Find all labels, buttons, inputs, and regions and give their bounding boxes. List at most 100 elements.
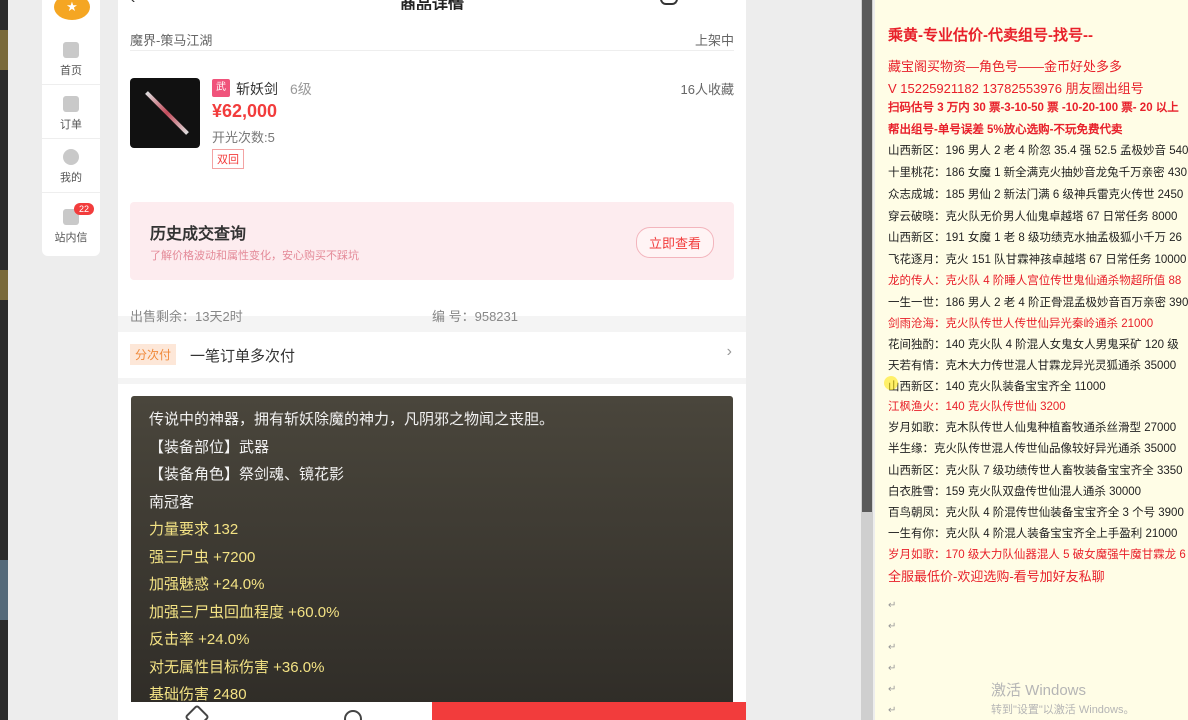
doc-line: 一生一世：186 男人 2 老 4 阶正骨混孟极妙音百万亲密 390 bbox=[888, 297, 1188, 309]
item-level: 6级 bbox=[290, 81, 312, 97]
server-name: 魔界-策马江湖 bbox=[130, 33, 213, 48]
sidebar-item-home[interactable]: 首页 bbox=[42, 42, 100, 78]
doc-line: 白衣胜雪：159 克火队双盘传世仙混人通杀 30000 bbox=[888, 486, 1142, 498]
doc-line: 帮出组号-单号误差 5%放心选购-不玩免费代卖 bbox=[888, 124, 1123, 136]
remaining-time: 出售剩余：13天2时 bbox=[130, 309, 243, 324]
scrollbar[interactable] bbox=[861, 0, 873, 720]
description-line: 加强三尸虫回血程度 +60.0% bbox=[149, 603, 340, 621]
doc-line: 全服最低价-欢迎选购-看号加好友私聊 bbox=[888, 569, 1105, 584]
doc-line: 藏宝阁买物资—角色号——金币好处多多 bbox=[888, 59, 1123, 74]
doc-line: 山西新区：克火队 7 级功绩传世人畜牧装备宝宝齐全 3350 bbox=[888, 465, 1183, 477]
history-title: 历史成交查询 bbox=[150, 226, 247, 243]
activation-watermark-subtitle: 转到"设置"以激活 Windows。 bbox=[991, 704, 1135, 716]
doc-title: 乘黄-专业估价-代卖组号-找号-- bbox=[888, 27, 1093, 44]
description-line: 加强魅惑 +24.0% bbox=[149, 576, 265, 593]
doc-line: 飞花逐月：克火 151 队甘霖神孩卓越塔 67 日常任务 10000 bbox=[888, 254, 1187, 266]
chevron-right-icon: › bbox=[726, 343, 732, 360]
divider bbox=[42, 84, 100, 85]
serial-number: 编 号：958231 bbox=[432, 309, 518, 324]
doc-line: 龙的传人：克火队 4 阶睡人宫位传世鬼仙通杀物超所值 88 bbox=[888, 275, 1182, 287]
description-line: 力量要求 132 bbox=[149, 521, 239, 538]
divider bbox=[42, 192, 100, 193]
doc-line: 一生有你：克火队 4 阶混人装备宝宝齐全上手盈利 21000 bbox=[888, 528, 1178, 540]
item-name: 斩妖剑 bbox=[236, 81, 278, 97]
description-line: 对无属性目标伤害 +36.0% bbox=[149, 658, 325, 676]
item-description: 传说中的神器，拥有斩妖除魔的神力，凡阴邪之物闻之丧胆。 【装备部位】武器【装备角色… bbox=[131, 396, 733, 716]
attribute-pill: 双回 bbox=[212, 149, 244, 169]
bottom-action-bar bbox=[118, 702, 746, 720]
sidebar-item-mine[interactable]: 我的 bbox=[42, 149, 100, 185]
doc-line: 天若有情：克木大力传世混人甘霖龙异光灵狐通杀 35000 bbox=[888, 360, 1177, 372]
description-section: 传说中的神器，拥有斩妖除魔的神力，凡阴邪之物闻之丧胆。 【装备部位】武器【装备角色… bbox=[118, 384, 746, 720]
installment-text: 一笔订单多次付 bbox=[190, 348, 296, 365]
view-history-button[interactable]: 立即查看 bbox=[635, 227, 714, 258]
desktop-edge-bit bbox=[0, 30, 8, 70]
doc-line: 扫码估号 3 万内 30 票-3-10-50 票 -10-20-100 票- 2… bbox=[888, 102, 1179, 114]
divider bbox=[42, 138, 100, 139]
installment-tag: 分次付 bbox=[130, 344, 177, 365]
desktop-edge-bit bbox=[0, 560, 8, 620]
description-line: 【装备角色】祭剑魂、镜花影 bbox=[149, 466, 345, 483]
sidebar-item-label: 订单 bbox=[60, 119, 82, 131]
description-line: 传说中的神器，拥有斩妖除魔的神力，凡阴邪之物闻之丧胆。 bbox=[149, 411, 555, 428]
product-detail-page: ‹ 商品详情 魔界-策马江湖 上架中 武 斩妖剑 6级 16人收藏 ¥62,00… bbox=[118, 0, 746, 720]
divider bbox=[130, 50, 734, 51]
sidebar: ★ 首页 订单 我的 22 站内信 bbox=[42, 0, 100, 256]
doc-line: 剑雨沧海：克火队传世人传世仙异光秦岭通杀 21000 bbox=[888, 318, 1154, 330]
doc-line: 花间独酌：140 克火队 4 阶混人女鬼女人男鬼采矿 120 级 bbox=[888, 339, 1179, 351]
desktop-edge-bit bbox=[0, 270, 8, 300]
doc-line: 百鸟朝凤：克火队 4 阶混传世仙装备宝宝齐全 3 个号 3900 bbox=[888, 507, 1184, 519]
desktop-edge-strip bbox=[0, 0, 8, 720]
favorite-icon[interactable] bbox=[184, 704, 210, 720]
mouse-cursor-highlight bbox=[884, 376, 898, 390]
paragraph-mark-icon: ↵ bbox=[888, 621, 897, 632]
doc-line: 山西新区：191 女魔 1 老 8 级功绩克水抽孟极狐小千万 26 bbox=[888, 232, 1182, 244]
scrollbar-thumb[interactable] bbox=[862, 0, 872, 512]
sidebar-item-label: 我的 bbox=[60, 172, 82, 184]
document-pane: 乘黄-专业估价-代卖组号-找号-- 藏宝阁买物资—角色号——金币好处多多 V 15… bbox=[875, 0, 1188, 720]
user-icon bbox=[63, 149, 79, 165]
home-icon bbox=[63, 42, 79, 58]
description-line: 强三尸虫 +7200 bbox=[149, 548, 256, 566]
doc-line: 岁月如歌：170 级大力队仙器混人 5 破女魔强牛魔甘霖龙 6 bbox=[888, 549, 1186, 561]
paragraph-mark-icon: ↵ bbox=[888, 600, 897, 611]
unread-badge: 22 bbox=[74, 203, 95, 215]
installment-row[interactable]: 分次付 一笔订单多次付 › bbox=[118, 332, 746, 378]
doc-line: V 15225921182 13782553976 朋友圈出组号 bbox=[888, 81, 1144, 96]
description-line: 反击率 +24.0% bbox=[149, 631, 250, 648]
app-logo-icon[interactable]: ★ bbox=[54, 0, 90, 20]
item-image[interactable] bbox=[130, 78, 200, 148]
orders-icon bbox=[63, 96, 79, 112]
doc-line: 山西新区：196 男人 2 老 4 阶忽 35.4 强 52.5 孟极妙音 54… bbox=[888, 145, 1188, 157]
doc-line: 山西新区：140 克火队装备宝宝齐全 11000 bbox=[888, 381, 1106, 393]
doc-line: 江枫渔火：140 克火队传世仙 3200 bbox=[888, 401, 1066, 413]
buy-button[interactable] bbox=[432, 702, 746, 720]
description-line: 南冠客 bbox=[149, 493, 195, 511]
sword-icon bbox=[145, 91, 189, 135]
weapon-tag-icon: 武 bbox=[212, 79, 230, 97]
doc-line: 穿云破晓：克火队无价男人仙鬼卓越塔 67 日常任务 8000 bbox=[888, 211, 1178, 223]
product-card: 魔界-策马江湖 上架中 武 斩妖剑 6级 16人收藏 ¥62,000 开光次数:… bbox=[118, 10, 746, 324]
open-count: 开光次数:5 bbox=[212, 130, 275, 145]
history-panel: 历史成交查询 了解价格波动和属性变化，安心购买不踩坑 立即查看 bbox=[130, 202, 734, 280]
sidebar-item-label: 首页 bbox=[60, 65, 82, 77]
doc-line: 十里桃花：186 女魔 1 新全满克火抽妙音龙兔千万亲密 430 bbox=[888, 167, 1188, 179]
sidebar-item-orders[interactable]: 订单 bbox=[42, 96, 100, 132]
sidebar-item-messages[interactable]: 22 站内信 bbox=[42, 203, 100, 245]
sidebar-item-label: 站内信 bbox=[54, 232, 88, 244]
paragraph-mark-icon: ↵ bbox=[888, 705, 897, 716]
history-subtitle: 了解价格波动和属性变化，安心购买不踩坑 bbox=[150, 250, 359, 262]
paragraph-mark-icon: ↵ bbox=[888, 642, 897, 653]
paragraph-mark-icon: ↵ bbox=[888, 684, 897, 695]
status-badge: 上架中 bbox=[694, 33, 734, 48]
top-bar: ‹ 商品详情 bbox=[118, 0, 746, 14]
doc-line: 半生缘：克火队传世混人传世仙品像较好异光通杀 35000 bbox=[888, 443, 1177, 455]
doc-line: 众志成城：185 男仙 2 新法门满 6 级神兵雷克火传世 2450 bbox=[888, 189, 1184, 201]
description-line: 【装备部位】武器 bbox=[149, 438, 270, 456]
price: ¥62,000 bbox=[212, 101, 278, 121]
doc-line: 岁月如歌：克木队传世人仙鬼种植畜牧通杀丝滑型 27000 bbox=[888, 422, 1177, 434]
activation-watermark-title: 激活 Windows bbox=[991, 682, 1087, 699]
service-icon[interactable] bbox=[344, 710, 362, 720]
paragraph-mark-icon: ↵ bbox=[888, 663, 897, 674]
favorites-count: 16人收藏 bbox=[680, 82, 734, 97]
